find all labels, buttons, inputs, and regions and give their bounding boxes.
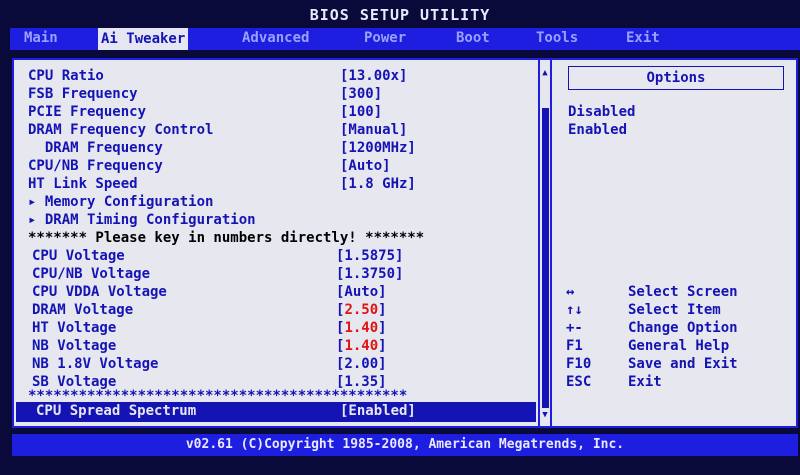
setting-label-dram-frequency[interactable]: DRAM Frequency (28, 140, 163, 156)
submenu-arrow-icon: ▸ (28, 194, 45, 210)
voltage-value-nb[interactable]: [1.40] (336, 338, 387, 354)
note-text: ******* Please key in numbers directly! … (28, 230, 425, 246)
setting-value-dram-frequency[interactable]: [1200MHz] (340, 140, 416, 156)
plus-minus-icon: +- (566, 320, 583, 336)
voltage-label-cpu-vdda[interactable]: CPU VDDA Voltage (32, 284, 167, 300)
setting-value-fsb-frequency[interactable]: [300] (340, 86, 382, 102)
selected-setting-value: [Enabled] (340, 403, 416, 419)
voltage-label-ht[interactable]: HT Voltage (32, 320, 116, 336)
menu-advanced[interactable]: Advanced (242, 30, 309, 46)
scroll-down-arrow-icon[interactable]: ▼ (540, 410, 550, 420)
help-change-option: Change Option (628, 320, 738, 336)
voltage-label-nb[interactable]: NB Voltage (32, 338, 116, 354)
voltage-number: 1.40 (344, 338, 379, 354)
settings-list: CPU Ratio [13.00x] FSB Frequency [300] P… (14, 60, 538, 426)
menu-bar: Main Ai Tweaker Advanced Power Boot Tool… (10, 28, 800, 50)
menu-power[interactable]: Power (364, 30, 406, 46)
help-select-item: Select Item (628, 302, 721, 318)
submenu-label: DRAM Timing Configuration (44, 212, 256, 228)
help-save-and-exit: Save and Exit (628, 356, 738, 372)
setting-label-dram-frequency-control[interactable]: DRAM Frequency Control (28, 122, 213, 138)
submenu-label: Memory Configuration (44, 194, 214, 210)
left-right-arrows-icon: ↔ (566, 284, 575, 300)
voltage-value-cpu[interactable]: [1.5875] (336, 248, 403, 264)
scroll-up-arrow-icon[interactable]: ▲ (540, 68, 550, 78)
scrollbar[interactable]: ▲ ▼ (538, 60, 552, 426)
voltage-label-cpu-nb[interactable]: CPU/NB Voltage (32, 266, 150, 282)
bracket-close: ] (378, 320, 387, 336)
help-select-screen: Select Screen (628, 284, 738, 300)
setting-label-cpu-nb-frequency[interactable]: CPU/NB Frequency (28, 158, 163, 174)
submenu-arrow-icon: ▸ (28, 212, 45, 228)
setting-label-ht-link-speed[interactable]: HT Link Speed (28, 176, 138, 192)
voltage-label-cpu[interactable]: CPU Voltage (32, 248, 125, 264)
voltage-value-nb-1-8v[interactable]: [2.00] (336, 356, 387, 372)
bracket-close: ] (378, 302, 387, 318)
option-disabled[interactable]: Disabled (568, 104, 635, 120)
voltage-label-nb-1-8v[interactable]: NB 1.8V Voltage (32, 356, 158, 372)
selected-setting-row[interactable]: CPU Spread Spectrum [Enabled] (16, 402, 536, 422)
setting-value-cpu-nb-frequency[interactable]: [Auto] (340, 158, 391, 174)
help-key-esc: ESC (566, 374, 592, 390)
settings-panel: CPU Ratio [13.00x] FSB Frequency [300] P… (12, 58, 798, 428)
voltage-number: 2.50 (344, 302, 379, 318)
menu-boot[interactable]: Boot (456, 30, 490, 46)
voltage-value-ht[interactable]: [1.40] (336, 320, 387, 336)
menu-tools[interactable]: Tools (536, 30, 578, 46)
voltage-label-dram[interactable]: DRAM Voltage (32, 302, 133, 318)
menu-ai-tweaker[interactable]: Ai Tweaker (98, 28, 189, 50)
bios-screen: BIOS SETUP UTILITY Main Ai Tweaker Advan… (0, 0, 800, 475)
voltage-value-cpu-nb[interactable]: [1.3750] (336, 266, 403, 282)
selected-setting-label: CPU Spread Spectrum (36, 403, 197, 419)
setting-value-pcie-frequency[interactable]: [100] (340, 104, 382, 120)
up-down-arrows-icon: ↑↓ (566, 302, 583, 318)
bracket-close: ] (378, 338, 387, 354)
submenu-dram-timing-configuration[interactable]: ▸ DRAM Timing Configuration (28, 212, 256, 228)
setting-value-dram-frequency-control[interactable]: [Manual] (340, 122, 407, 138)
menu-exit[interactable]: Exit (626, 30, 660, 46)
setting-label-pcie-frequency[interactable]: PCIE Frequency (28, 104, 146, 120)
setting-value-ht-link-speed[interactable]: [1.8 GHz] (340, 176, 416, 192)
setting-value-cpu-ratio[interactable]: [13.00x] (340, 68, 407, 84)
voltage-number: 1.40 (344, 320, 379, 336)
setting-label-fsb-frequency[interactable]: FSB Frequency (28, 86, 138, 102)
help-key-f1: F1 (566, 338, 583, 354)
voltage-value-cpu-vdda[interactable]: [Auto] (336, 284, 387, 300)
option-enabled[interactable]: Enabled (568, 122, 627, 138)
options-title: Options (568, 66, 784, 90)
options-help-pane: Options Disabled Enabled ↔ Select Screen… (554, 60, 796, 426)
help-key-f10: F10 (566, 356, 592, 372)
setting-label-cpu-ratio[interactable]: CPU Ratio (28, 68, 104, 84)
submenu-memory-configuration[interactable]: ▸ Memory Configuration (28, 194, 213, 210)
help-general-help: General Help (628, 338, 730, 354)
window-title: BIOS SETUP UTILITY (309, 6, 491, 24)
menu-main[interactable]: Main (24, 30, 58, 46)
scrollbar-thumb[interactable] (542, 108, 549, 408)
copyright-footer: v02.61 (C)Copyright 1985-2008, American … (12, 434, 798, 456)
voltage-value-dram[interactable]: [2.50] (336, 302, 387, 318)
help-exit: Exit (628, 374, 662, 390)
